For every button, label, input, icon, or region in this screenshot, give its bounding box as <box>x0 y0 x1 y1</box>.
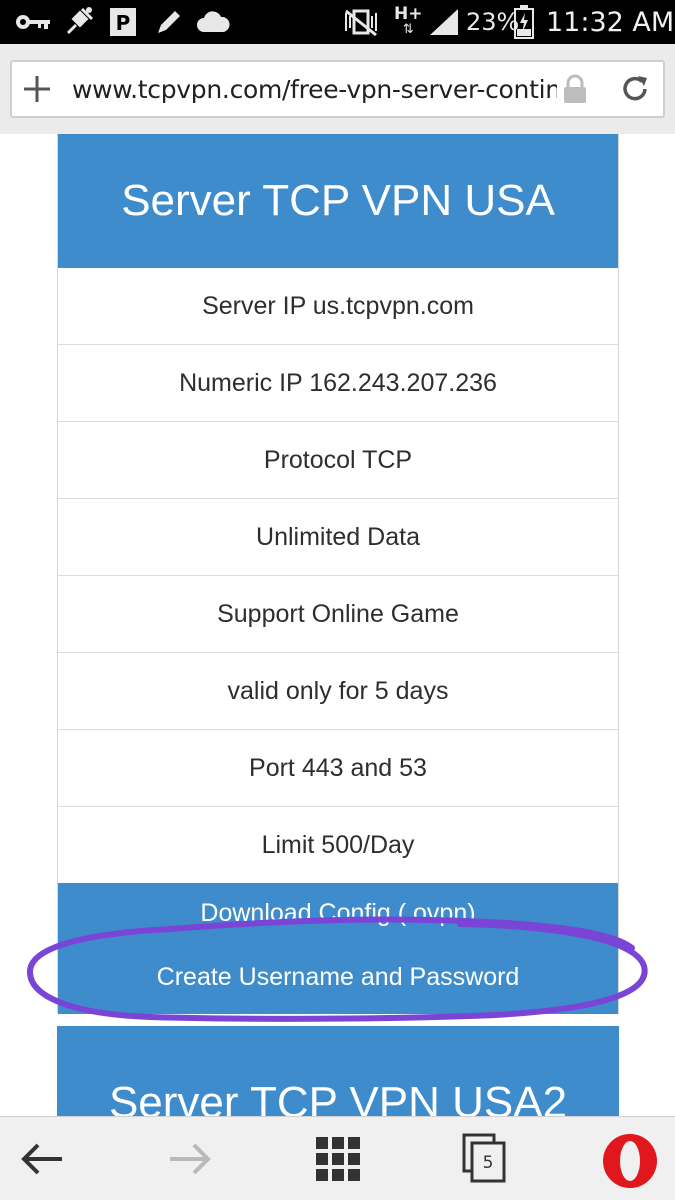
vpn-key-icon <box>14 0 52 44</box>
forward-arrow-icon[interactable] <box>166 1139 214 1183</box>
limit-row: Limit 500/Day <box>58 807 618 884</box>
port-row: Port 443 and 53 <box>58 730 618 807</box>
online-game-row: Support Online Game <box>58 576 618 653</box>
card-actions: Download Config (.ovpn) Create Username … <box>58 883 618 1014</box>
svg-text:P: P <box>116 11 131 35</box>
server-card: Server TCP VPN USA Server IP us.tcpvpn.c… <box>57 134 619 1014</box>
clock: 11:32 AM <box>546 6 675 38</box>
speed-dial-grid-icon[interactable] <box>316 1137 360 1185</box>
next-server-card: Server TCP VPN USA2 <box>57 1026 619 1116</box>
tab-count: 5 <box>482 1153 494 1173</box>
next-server-card-title: Server TCP VPN USA2 <box>108 1078 568 1116</box>
protocol-row: Protocol TCP <box>58 422 618 499</box>
cloud-icon <box>196 0 230 44</box>
data-row: Unlimited Data <box>58 499 618 576</box>
create-username-password-button[interactable]: Create Username and Password <box>58 955 618 999</box>
server-card-title: Server TCP VPN USA <box>58 134 618 268</box>
data-arrows-icon: ⇅ <box>402 22 414 37</box>
signal-strength-icon <box>428 0 460 44</box>
opera-menu-icon[interactable] <box>602 1133 658 1193</box>
back-arrow-icon[interactable] <box>18 1139 66 1183</box>
network-type-indicator: H+ ⇅ <box>394 4 423 38</box>
validity-row: valid only for 5 days <box>58 653 618 730</box>
address-bar[interactable]: www.tcpvpn.com/free-vpn-server-continent… <box>10 60 665 118</box>
browser-bottom-nav: 5 <box>0 1116 675 1200</box>
parking-icon: P <box>110 0 136 44</box>
tabs-icon[interactable]: 5 <box>462 1133 508 1187</box>
server-ip-row: Server IP us.tcpvpn.com <box>58 268 618 345</box>
browser-toolbar: www.tcpvpn.com/free-vpn-server-continent… <box>0 44 675 134</box>
status-bar: P H+ ⇅ 23% 11:32 AM <box>0 0 675 44</box>
url-text[interactable]: www.tcpvpn.com/free-vpn-server-continent… <box>72 62 557 116</box>
vibrate-mute-icon <box>342 0 380 44</box>
new-tab-plus-icon[interactable] <box>22 74 52 108</box>
battery-charging-icon <box>514 0 534 44</box>
download-config-button[interactable]: Download Config (.ovpn) <box>58 893 618 933</box>
reload-icon[interactable] <box>618 72 652 110</box>
satellite-icon <box>62 0 96 44</box>
numeric-ip-row: Numeric IP 162.243.207.236 <box>58 345 618 422</box>
lock-icon <box>562 74 588 108</box>
battery-percent: 23% <box>466 8 520 36</box>
pencil-icon <box>154 0 184 44</box>
